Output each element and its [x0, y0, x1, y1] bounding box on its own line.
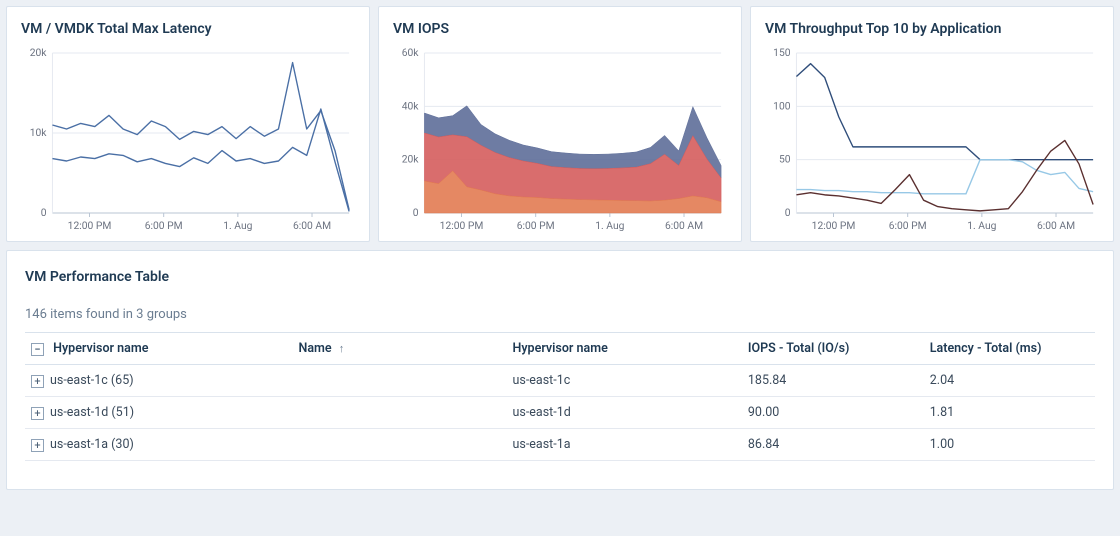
- group-label: us-east-1a (30): [50, 437, 134, 452]
- svg-text:40k: 40k: [402, 99, 420, 112]
- expand-icon[interactable]: +: [31, 407, 44, 420]
- table-row[interactable]: + us-east-1c (65) us-east-1c185.842.04: [25, 365, 1095, 397]
- charts-row: VM / VMDK Total Max Latency 0 10k 20k 12:00…: [6, 6, 1114, 242]
- chart-card-iops: VM IOPS 0 20k 40k 60k 12:00 PM 6:00 PM 1. Aug 6…: [378, 6, 742, 242]
- chart-area-throughput[interactable]: 0 50 100 150 12:00 PM 6:00 PM 1. Aug 6:00 AM: [765, 45, 1099, 235]
- svg-text:6:00 PM: 6:00 PM: [145, 219, 183, 232]
- svg-text:0: 0: [413, 206, 419, 219]
- table-subtitle: 146 items found in 3 groups: [25, 307, 1095, 322]
- svg-text:20k: 20k: [402, 153, 420, 166]
- chart-card-throughput: VM Throughput Top 10 by Application 0 50 1…: [750, 6, 1114, 242]
- col-header-hypervisor-2[interactable]: Hypervisor name: [507, 333, 742, 365]
- col-header-latency[interactable]: Latency - Total (ms): [924, 333, 1095, 365]
- sort-asc-icon: ↑: [339, 342, 345, 355]
- chart-area-latency[interactable]: 0 10k 20k 12:00 PM 6:00 PM 1. Aug 6:00 AM: [21, 45, 355, 235]
- svg-text:12:00 PM: 12:00 PM: [812, 219, 856, 232]
- chart-title: VM IOPS: [393, 21, 727, 37]
- svg-text:6:00 AM: 6:00 AM: [293, 219, 331, 232]
- col-header-label: IOPS - Total (IO/s): [748, 341, 850, 356]
- cell-iops: 86.84: [742, 429, 924, 461]
- svg-text:12:00 PM: 12:00 PM: [68, 219, 112, 232]
- svg-text:6:00 AM: 6:00 AM: [1037, 219, 1075, 232]
- cell-iops: 185.84: [742, 365, 924, 397]
- expand-icon[interactable]: +: [31, 439, 44, 452]
- col-header-hypervisor-1[interactable]: − Hypervisor name: [25, 333, 293, 365]
- group-label: us-east-1d (51): [50, 405, 134, 420]
- col-header-label: Hypervisor name: [53, 341, 148, 356]
- chart-card-latency: VM / VMDK Total Max Latency 0 10k 20k 12:00…: [6, 6, 370, 242]
- svg-text:0: 0: [41, 206, 47, 219]
- col-header-name[interactable]: Name ↑: [293, 333, 507, 365]
- svg-text:10k: 10k: [30, 126, 48, 139]
- table-title: VM Performance Table: [25, 269, 1095, 285]
- svg-text:6:00 PM: 6:00 PM: [517, 219, 555, 232]
- col-header-iops[interactable]: IOPS - Total (IO/s): [742, 333, 924, 365]
- performance-table: − Hypervisor name Name ↑ Hypervisor name…: [25, 332, 1095, 461]
- cell-iops: 90.00: [742, 397, 924, 429]
- cell-latency: 1.00: [924, 429, 1095, 461]
- table-row[interactable]: + us-east-1a (30) us-east-1a86.841.00: [25, 429, 1095, 461]
- svg-text:50: 50: [779, 153, 791, 166]
- table-header-row: − Hypervisor name Name ↑ Hypervisor name…: [25, 333, 1095, 365]
- col-header-label: Name: [299, 341, 332, 356]
- chart-title: VM Throughput Top 10 by Application: [765, 21, 1099, 37]
- svg-text:0: 0: [785, 206, 791, 219]
- performance-table-card: VM Performance Table 146 items found in …: [6, 250, 1114, 490]
- cell-name: [293, 429, 507, 461]
- cell-hypervisor: us-east-1a: [507, 429, 742, 461]
- col-header-label: Latency - Total (ms): [930, 341, 1042, 356]
- svg-text:6:00 PM: 6:00 PM: [889, 219, 927, 232]
- collapse-all-icon[interactable]: −: [31, 343, 44, 356]
- svg-text:150: 150: [773, 46, 791, 59]
- cell-latency: 2.04: [924, 365, 1095, 397]
- svg-text:6:00 AM: 6:00 AM: [665, 219, 703, 232]
- expand-icon[interactable]: +: [31, 375, 44, 388]
- svg-text:1. Aug: 1. Aug: [223, 219, 252, 232]
- cell-name: [293, 397, 507, 429]
- svg-text:1. Aug: 1. Aug: [967, 219, 996, 232]
- cell-name: [293, 365, 507, 397]
- svg-text:20k: 20k: [30, 46, 48, 59]
- svg-text:100: 100: [773, 99, 791, 112]
- svg-text:1. Aug: 1. Aug: [595, 219, 624, 232]
- chart-area-iops[interactable]: 0 20k 40k 60k 12:00 PM 6:00 PM 1. Aug 6:00 AM: [393, 45, 727, 235]
- chart-title: VM / VMDK Total Max Latency: [21, 21, 355, 37]
- svg-text:12:00 PM: 12:00 PM: [440, 219, 484, 232]
- group-label: us-east-1c (65): [50, 373, 134, 388]
- col-header-label: Hypervisor name: [513, 341, 608, 356]
- cell-hypervisor: us-east-1c: [507, 365, 742, 397]
- svg-text:60k: 60k: [402, 46, 420, 59]
- cell-hypervisor: us-east-1d: [507, 397, 742, 429]
- cell-latency: 1.81: [924, 397, 1095, 429]
- table-row[interactable]: + us-east-1d (51) us-east-1d90.001.81: [25, 397, 1095, 429]
